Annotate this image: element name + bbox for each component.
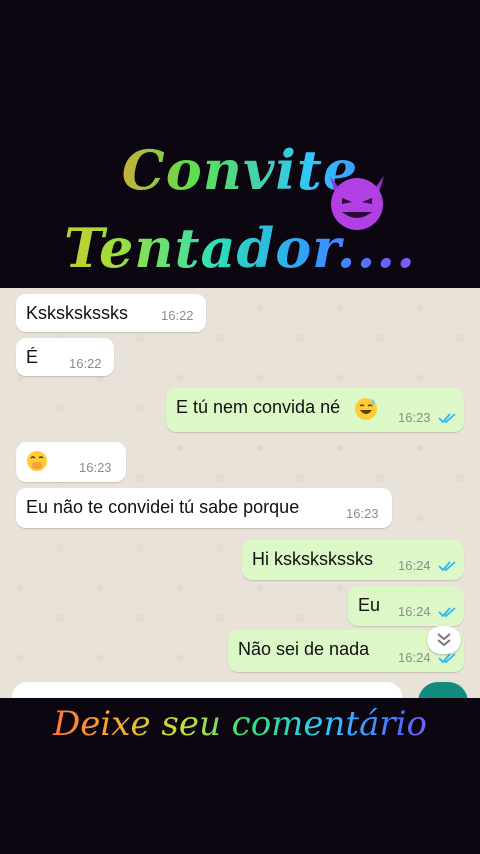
title-line-2: Tentador.... (0, 216, 480, 280)
message-bubble-incoming[interactable]: Kskskskssks 16:22 (16, 294, 206, 332)
scroll-to-bottom-button[interactable] (427, 626, 461, 654)
message-text: Hi kskskskssks (252, 549, 373, 569)
message-text: É (26, 347, 39, 367)
footer-caption: Deixe seu comentário (0, 704, 480, 744)
message-time: 16:24 (398, 604, 431, 619)
message-text: E tú nem convida né (176, 397, 341, 417)
smiling-devil-icon (330, 176, 384, 230)
message-bubble-outgoing[interactable]: Eu 16:24 (348, 586, 464, 626)
message-time: 16:22 (69, 356, 102, 371)
message-bubble-incoming[interactable]: É 16:22 (16, 338, 114, 376)
read-ticks-icon (438, 607, 456, 618)
hand-over-mouth-emoji-icon (27, 451, 47, 471)
message-bubble-incoming[interactable]: 16:23 (16, 442, 126, 482)
message-time: 16:24 (398, 650, 431, 665)
message-time: 16:23 (398, 410, 431, 425)
read-ticks-icon (438, 561, 456, 572)
message-text: Kskskskssks (26, 303, 129, 323)
title-line-1: Convite (0, 138, 480, 202)
message-time: 16:23 (79, 460, 112, 475)
message-time: 16:23 (346, 506, 379, 521)
message-bubble-incoming[interactable]: Eu não te convidei tú sabe porque 16:23 (16, 488, 392, 528)
double-chevron-down-icon (437, 633, 451, 647)
message-text: Eu não te convidei tú sabe porque (26, 497, 300, 517)
grinning-sweat-emoji-icon (355, 398, 377, 420)
message-time: 16:22 (161, 308, 194, 323)
message-bubble-outgoing[interactable]: E tú nem convida né 16:23 (166, 388, 464, 432)
chat-area[interactable]: Kskskskssks 16:22 É 16:22 E tú nem convi… (0, 288, 480, 700)
message-time: 16:24 (398, 558, 431, 573)
message-bubble-outgoing[interactable]: Hi kskskskssks 16:24 (242, 540, 464, 580)
message-text: Não sei de nada (238, 639, 370, 659)
message-text: Eu (358, 595, 381, 615)
read-ticks-icon (438, 413, 456, 424)
